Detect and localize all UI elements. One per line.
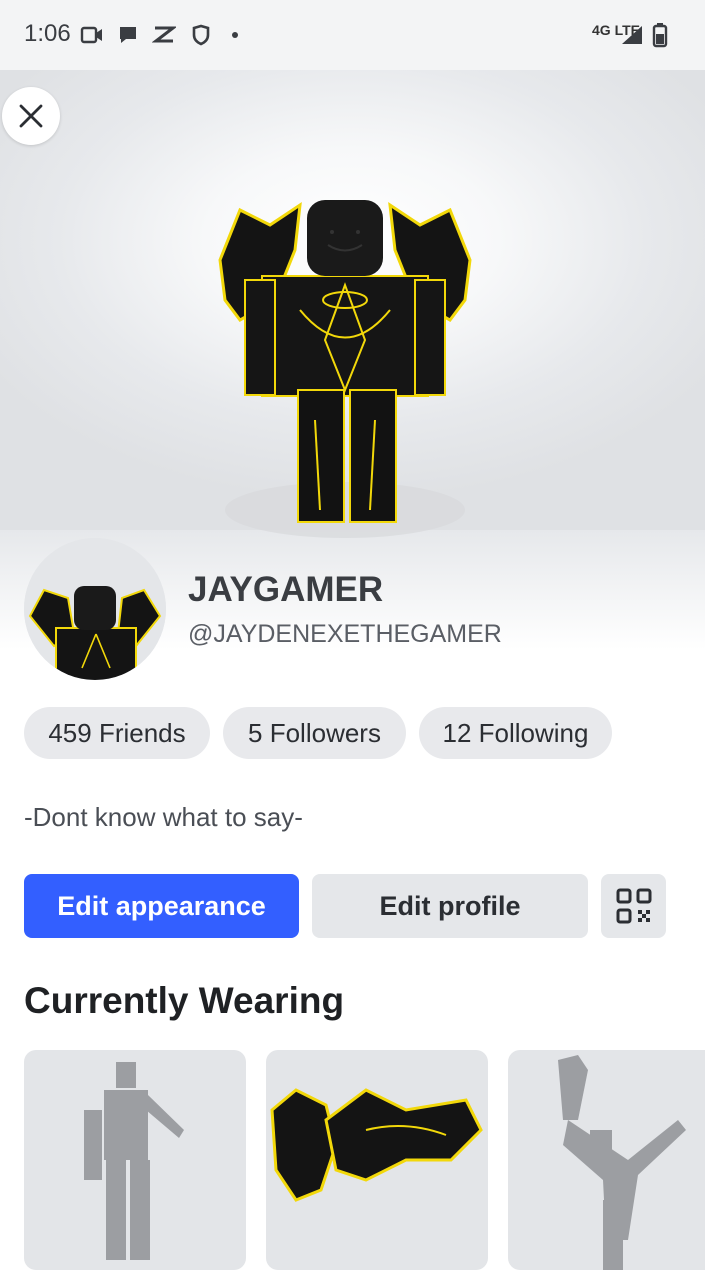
shield-icon — [192, 24, 210, 46]
video-icon — [80, 26, 102, 44]
following-pill[interactable]: 12 Following — [419, 707, 612, 759]
display-name: JAYGAMER — [188, 570, 384, 609]
qr-code-button[interactable] — [601, 874, 666, 938]
dot-icon — [232, 32, 238, 38]
avatar-thumbnail[interactable] — [24, 538, 166, 680]
username: @JAYDENEXETHEGAMER — [188, 620, 502, 648]
avatar-headshot — [24, 538, 166, 680]
qr-code-icon — [616, 888, 651, 924]
kick-animation-icon — [558, 1055, 686, 1270]
signal-icon — [622, 26, 642, 44]
status-bar: 1:06 4G LTE — [0, 0, 705, 70]
close-icon — [19, 104, 43, 128]
followers-pill[interactable]: 5 Followers — [223, 707, 406, 759]
avatar-3d-render[interactable] — [200, 190, 490, 540]
emote-animation-icon — [84, 1062, 184, 1260]
edit-profile-button[interactable]: Edit profile — [312, 874, 588, 938]
status-time: 1:06 — [24, 20, 71, 47]
dragon-shoulder-icon — [270, 1088, 483, 1202]
wearing-item-emote[interactable] — [24, 1050, 246, 1270]
wearing-item-kick[interactable] — [508, 1050, 705, 1270]
close-button[interactable] — [2, 87, 60, 145]
friends-pill[interactable]: 459 Friends — [24, 707, 210, 759]
edit-appearance-button[interactable]: Edit appearance — [24, 874, 299, 938]
currently-wearing-title: Currently Wearing — [24, 980, 345, 1021]
profile-bio: -Dont know what to say- — [24, 802, 303, 832]
capcut-icon — [152, 26, 176, 43]
wearing-item-dragon[interactable] — [266, 1050, 488, 1270]
chat-icon — [120, 27, 136, 43]
battery-icon — [652, 23, 668, 48]
